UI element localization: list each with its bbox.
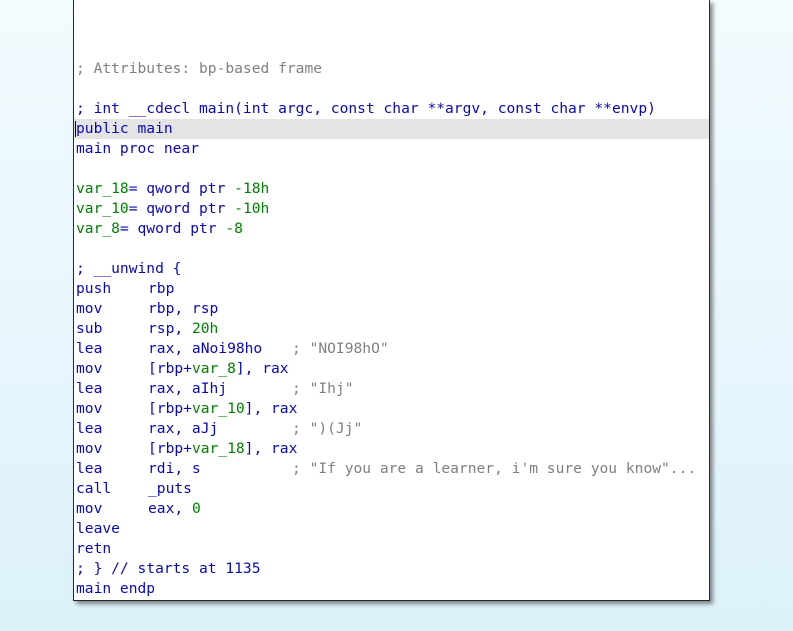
code-line[interactable] — [74, 79, 709, 99]
mnemonic: call — [76, 480, 112, 497]
operand: ], rax — [244, 440, 298, 457]
function-prototype: ; int __cdecl main(int argc, const char … — [76, 100, 656, 117]
code-label: main proc near — [76, 140, 200, 157]
operand: ], rax — [244, 400, 298, 417]
code-line[interactable]: push rbp — [74, 279, 709, 299]
code-line[interactable]: leave — [74, 519, 709, 539]
code-line[interactable]: mov rbp, rsp — [74, 299, 709, 319]
code-label: main endp — [76, 580, 156, 597]
operands: _puts — [148, 479, 292, 499]
operands: [rbp+var_10], rax — [148, 399, 297, 419]
operand: ], rax — [235, 360, 289, 377]
var-name: var_8 — [76, 220, 120, 237]
operand-constant: 0 — [191, 500, 201, 517]
code-line[interactable]: var_8= qword ptr -8 — [74, 219, 709, 239]
code-line[interactable]: lea rax, aNoi98ho ; "NOI98hO" — [74, 339, 709, 359]
code-line[interactable]: retn — [74, 539, 709, 559]
operand: eax, — [148, 500, 192, 517]
inline-comment: ; ")(Jj" — [292, 420, 363, 437]
operands: eax, 0 — [148, 499, 292, 519]
operands: rax, aJj — [148, 419, 292, 439]
code-line[interactable]: sub rsp, 20h — [74, 319, 709, 339]
operands: rbp — [148, 279, 292, 299]
var-name: var_10 — [76, 200, 129, 217]
operand: [rbp+ — [148, 360, 192, 377]
operands: rsp, 20h — [148, 319, 292, 339]
operand: rsp, — [148, 320, 192, 337]
code-line[interactable]: ; int __cdecl main(int argc, const char … — [74, 99, 709, 119]
code-label: ; __unwind { — [76, 260, 182, 277]
operand: [rbp+ — [148, 440, 192, 457]
var-offset: -18h — [234, 180, 270, 197]
code-line[interactable]: ; } // starts at 1135 — [74, 559, 709, 579]
disassembly-view[interactable]: ; Attributes: bp-based frame ; int __cdec… — [73, 0, 710, 601]
code-line[interactable]: var_18= qword ptr -18h — [74, 179, 709, 199]
inline-comment: ; "If you are a learner, i'm sure you kn… — [292, 460, 697, 477]
operands: [rbp+var_18], rax — [148, 439, 297, 459]
code-line[interactable]: var_10= qword ptr -10h — [74, 199, 709, 219]
operand-constant: var_8 — [191, 360, 236, 377]
inline-comment: ; "Ihj" — [292, 380, 354, 397]
code-line[interactable]: main endp — [74, 579, 709, 599]
code-label: public main — [76, 120, 173, 137]
var-offset: -8 — [225, 220, 243, 237]
code-line[interactable]: lea rdi, s ; "If you are a learner, i'm su… — [74, 459, 709, 479]
mnemonic: sub — [76, 320, 103, 337]
operand-constant: 20h — [191, 320, 219, 337]
comment-text: ; Attributes: bp-based frame — [76, 60, 323, 77]
code-line[interactable]: mov [rbp+var_8], rax — [74, 359, 709, 379]
code-line[interactable]: mov [rbp+var_18], rax — [74, 439, 709, 459]
operand-constant: var_10 — [191, 400, 245, 417]
mnemonic: leave — [76, 520, 120, 537]
mnemonic: mov — [76, 440, 103, 457]
code-line[interactable] — [74, 239, 709, 259]
inline-comment: ; "NOI98hO" — [292, 340, 389, 357]
var-type: = qword ptr — [128, 180, 235, 197]
operand: rdi, s — [148, 460, 201, 477]
code-line[interactable]: ; Attributes: bp-based frame — [74, 59, 709, 79]
var-name: var_18 — [76, 180, 129, 197]
code-line[interactable]: lea rax, aIhj ; "Ihj" — [74, 379, 709, 399]
var-type: = qword ptr — [119, 220, 226, 237]
code-line[interactable] — [74, 159, 709, 179]
operand: rax, aJj — [148, 420, 219, 437]
mnemonic: lea — [76, 340, 103, 357]
var-type: = qword ptr — [128, 200, 235, 217]
mnemonic: mov — [76, 500, 103, 517]
mnemonic: retn — [76, 540, 112, 557]
code-line[interactable]: main proc near — [74, 139, 709, 159]
mnemonic: lea — [76, 380, 103, 397]
mnemonic: mov — [76, 300, 103, 317]
code-line[interactable]: lea rax, aJj ; ")(Jj" — [74, 419, 709, 439]
text-cursor — [75, 121, 76, 137]
operands: rdi, s — [148, 459, 292, 479]
operand: rbp — [148, 280, 175, 297]
operands: rax, aIhj — [148, 379, 292, 399]
mnemonic: lea — [76, 460, 103, 477]
operand: [rbp+ — [148, 400, 192, 417]
operand: rax, aNoi98ho — [148, 340, 263, 357]
mnemonic: push — [76, 280, 112, 297]
mnemonic: lea — [76, 420, 103, 437]
operand: rax, aIhj — [148, 380, 228, 397]
operands: rax, aNoi98ho — [148, 339, 292, 359]
operand-constant: var_18 — [191, 440, 245, 457]
disassembly-listing: ; Attributes: bp-based frame ; int __cdec… — [74, 39, 709, 599]
operands: rbp, rsp — [148, 299, 292, 319]
code-label: ; } // starts at 1135 — [76, 560, 261, 577]
code-line[interactable]: ; __unwind { — [74, 259, 709, 279]
code-line[interactable]: call _puts — [74, 479, 709, 499]
var-offset: -10h — [234, 200, 270, 217]
code-line[interactable]: public main — [74, 119, 709, 139]
mnemonic: mov — [76, 360, 103, 377]
operands: [rbp+var_8], rax — [148, 359, 292, 379]
operand: rbp, rsp — [148, 300, 219, 317]
code-line[interactable]: mov eax, 0 — [74, 499, 709, 519]
operand: _puts — [148, 480, 192, 497]
mnemonic: mov — [76, 400, 103, 417]
code-line[interactable]: mov [rbp+var_10], rax — [74, 399, 709, 419]
code-line[interactable] — [74, 39, 709, 59]
